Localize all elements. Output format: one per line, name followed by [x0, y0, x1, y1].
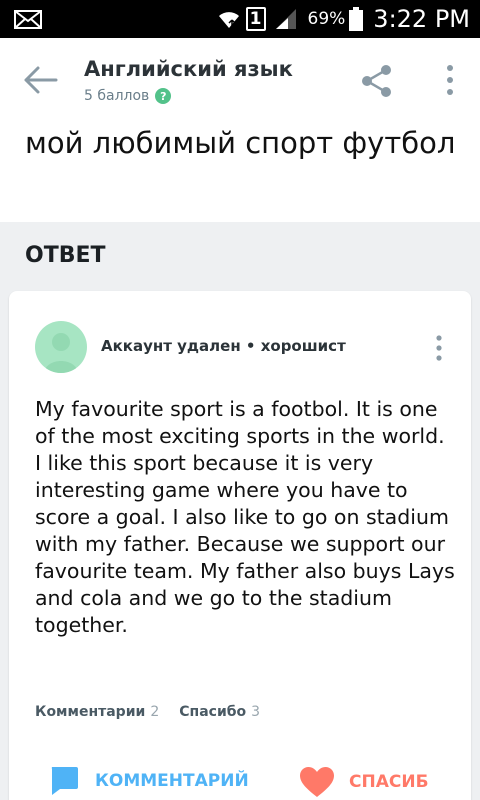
- comments-label: Комментарии: [35, 704, 146, 720]
- comment-button[interactable]: КОММЕНТАРИЙ: [49, 766, 249, 796]
- user-placeholder-icon: [44, 333, 78, 373]
- status-bar: 1 69% 3:22 PM: [0, 0, 480, 38]
- battery-icon: [349, 7, 364, 31]
- answer-stats: Комментарии 2 Спасибо 3: [35, 704, 260, 720]
- comment-bubble-icon: [51, 767, 78, 795]
- answer-more-options-icon[interactable]: [434, 335, 444, 361]
- avatar[interactable]: [35, 321, 87, 373]
- question-text: мой любимый спорт футбол: [25, 126, 456, 160]
- heart-icon: [300, 767, 334, 797]
- thanks-button[interactable]: СПАСИБ: [299, 766, 429, 798]
- thanks-button-label: СПАСИБ: [349, 772, 429, 792]
- comments-link[interactable]: Комментарии 2: [35, 704, 159, 720]
- points-label: 5 баллов: [84, 88, 150, 104]
- share-icon[interactable]: [360, 64, 394, 98]
- thanks-label: Спасибо: [179, 704, 247, 720]
- comments-count: 2: [150, 704, 160, 720]
- thanks-count: 3: [251, 704, 261, 720]
- wifi-icon: [218, 12, 239, 28]
- points-row: 5 баллов ?: [84, 88, 172, 104]
- thanks-link[interactable]: Спасибо 3: [179, 704, 260, 720]
- mail-icon: [14, 10, 42, 29]
- answer-text: My favourite sport is a footbol. It is o…: [35, 397, 455, 637]
- sim-slot-indicator: 1: [245, 7, 266, 31]
- subject-title: Английский язык: [84, 57, 293, 81]
- help-icon[interactable]: ?: [155, 88, 172, 104]
- app-header: Английский язык 5 баллов ?: [0, 38, 480, 122]
- answer-card: Аккаунт удален • хорошист My favourite s…: [9, 291, 471, 800]
- clock: 3:22 PM: [373, 5, 470, 33]
- answer-heading: ОТВЕТ: [25, 243, 106, 268]
- battery-percentage: 69%: [307, 9, 346, 29]
- back-arrow-icon[interactable]: [22, 65, 58, 95]
- more-options-icon[interactable]: [440, 64, 460, 96]
- signal-icon: [275, 9, 296, 29]
- author-name[interactable]: Аккаунт удален • хорошист: [101, 337, 346, 355]
- comment-button-label: КОММЕНТАРИЙ: [95, 771, 249, 791]
- question-block: мой любимый спорт футбол: [0, 122, 480, 222]
